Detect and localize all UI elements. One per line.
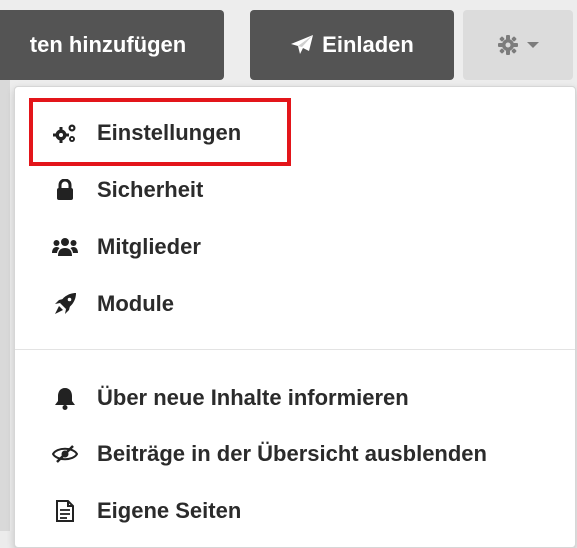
cogs-icon [51, 119, 79, 147]
menu-item-label: Eigene Seiten [97, 498, 242, 523]
menu-item-sicherheit[interactable]: Sicherheit [15, 166, 575, 214]
menu-item-label: Sicherheit [97, 177, 204, 202]
menu-item-label: Module [97, 291, 174, 316]
file-text-icon [51, 497, 79, 525]
chevron-down-icon [527, 42, 539, 48]
menu-item-label: Über neue Inhalte informieren [97, 385, 409, 410]
menu-divider [15, 349, 575, 350]
rocket-icon [51, 290, 79, 318]
lock-icon [51, 176, 79, 204]
invite-label: Einladen [322, 32, 414, 57]
menu-item-module[interactable]: Module [15, 280, 575, 328]
paper-plane-icon [290, 34, 314, 56]
add-content-label: ten hinzufügen [29, 32, 187, 57]
menu-item-eigene-seiten[interactable]: Eigene Seiten [15, 487, 575, 535]
gear-icon [497, 34, 519, 56]
settings-dropdown-button[interactable] [463, 10, 573, 80]
menu-item-label: Mitglieder [97, 234, 201, 259]
eye-slash-icon [51, 440, 79, 468]
menu-item-benachrichtigungen[interactable]: Über neue Inhalte informieren [15, 374, 575, 422]
invite-button[interactable]: Einladen [250, 10, 454, 80]
menu-item-mitglieder[interactable]: Mitglieder [15, 223, 575, 271]
menu-item-ausblenden[interactable]: Beiträge in der Übersicht ausblenden [15, 430, 575, 478]
menu-item-label: Einstellungen [97, 120, 242, 145]
users-icon [51, 233, 79, 261]
bell-icon [51, 384, 79, 412]
menu-item-label: Beiträge in der Übersicht ausblenden [97, 441, 487, 466]
menu-item-einstellungen[interactable]: Einstellungen [15, 109, 575, 157]
add-content-button[interactable]: ten hinzufügen [0, 10, 224, 80]
background-panel [0, 80, 10, 531]
settings-dropdown-menu: Einstellungen Sicherheit Mitglieder Modu… [14, 86, 576, 548]
